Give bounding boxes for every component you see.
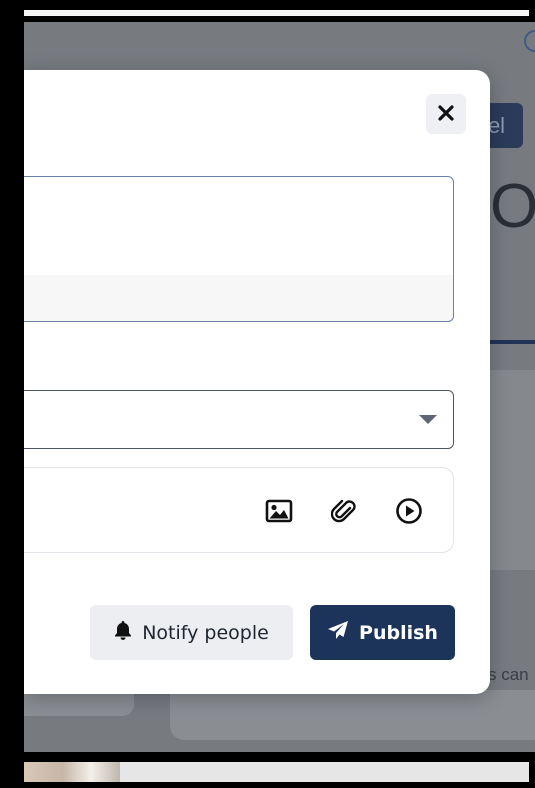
notify-people-label: Notify people [142, 621, 269, 644]
notify-people-button[interactable]: Notify people [90, 605, 293, 660]
paperclip-icon[interactable] [329, 496, 359, 526]
image-icon[interactable] [264, 496, 294, 526]
post-dialog: Notify people Publish [24, 70, 490, 694]
message-textarea[interactable] [24, 176, 454, 322]
caret-down-icon [419, 415, 437, 424]
play-circle-icon[interactable] [394, 496, 424, 526]
background-card [170, 690, 535, 740]
audience-select[interactable] [24, 390, 454, 449]
background-tab-underline [490, 340, 535, 344]
attachment-toolbar [24, 467, 454, 553]
background-footer-text: s can [488, 665, 529, 684]
background-heading: O [490, 172, 535, 241]
publish-label: Publish [359, 621, 438, 644]
background-image-thumbnail [24, 762, 120, 782]
top-border-line [24, 10, 529, 16]
publish-button[interactable]: Publish [310, 605, 455, 660]
paper-plane-icon [327, 620, 349, 645]
close-icon [437, 104, 455, 125]
background-card [490, 370, 535, 570]
close-button[interactable] [426, 94, 466, 134]
bell-icon [114, 620, 132, 645]
